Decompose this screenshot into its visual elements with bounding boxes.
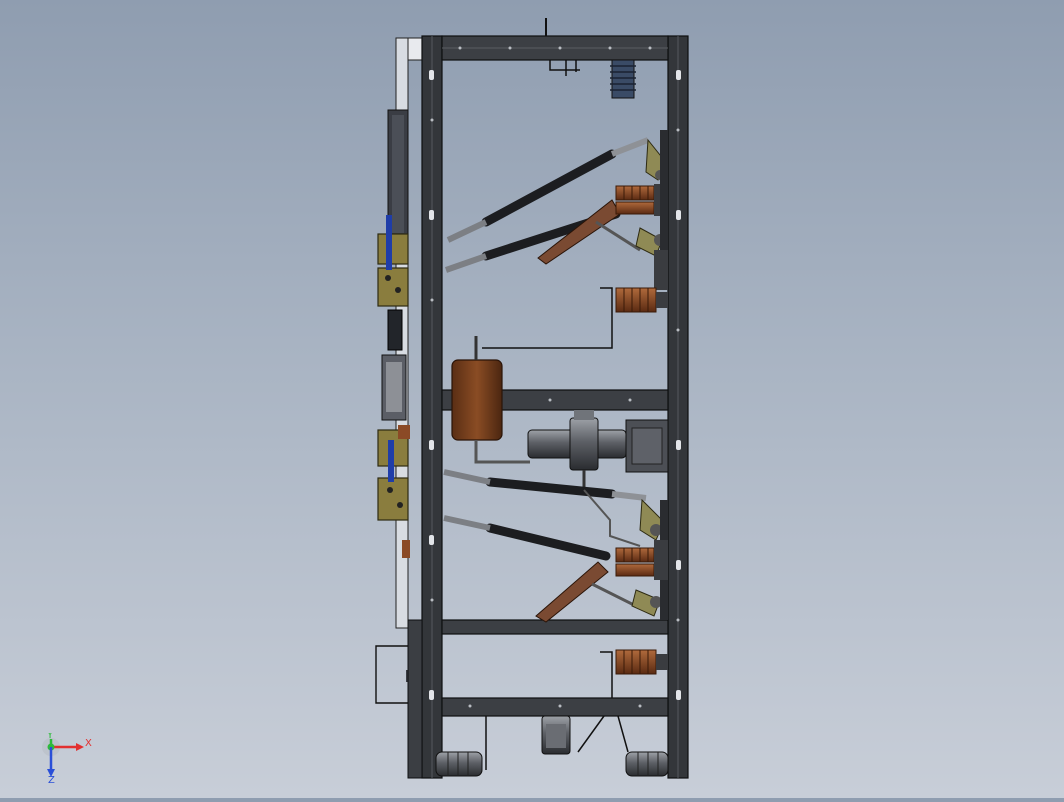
y-axis-label: Y	[46, 733, 54, 741]
upper-fixed-contact	[482, 287, 668, 349]
vacuum-interrupter	[527, 410, 669, 490]
lower-disconnector	[443, 469, 668, 623]
upper-disconnector	[445, 130, 668, 290]
z-axis-label: Z	[48, 775, 55, 783]
top-bushing	[549, 59, 636, 99]
cable-terminations	[435, 715, 669, 777]
axis-triad: X Y Z	[42, 733, 92, 783]
x-axis-label: X	[85, 738, 92, 749]
switchgear-drawing	[375, 18, 689, 779]
cad-viewport[interactable]: X Y Z	[0, 0, 1064, 798]
front-panel	[375, 37, 423, 704]
lower-fixed-contact	[600, 649, 668, 698]
